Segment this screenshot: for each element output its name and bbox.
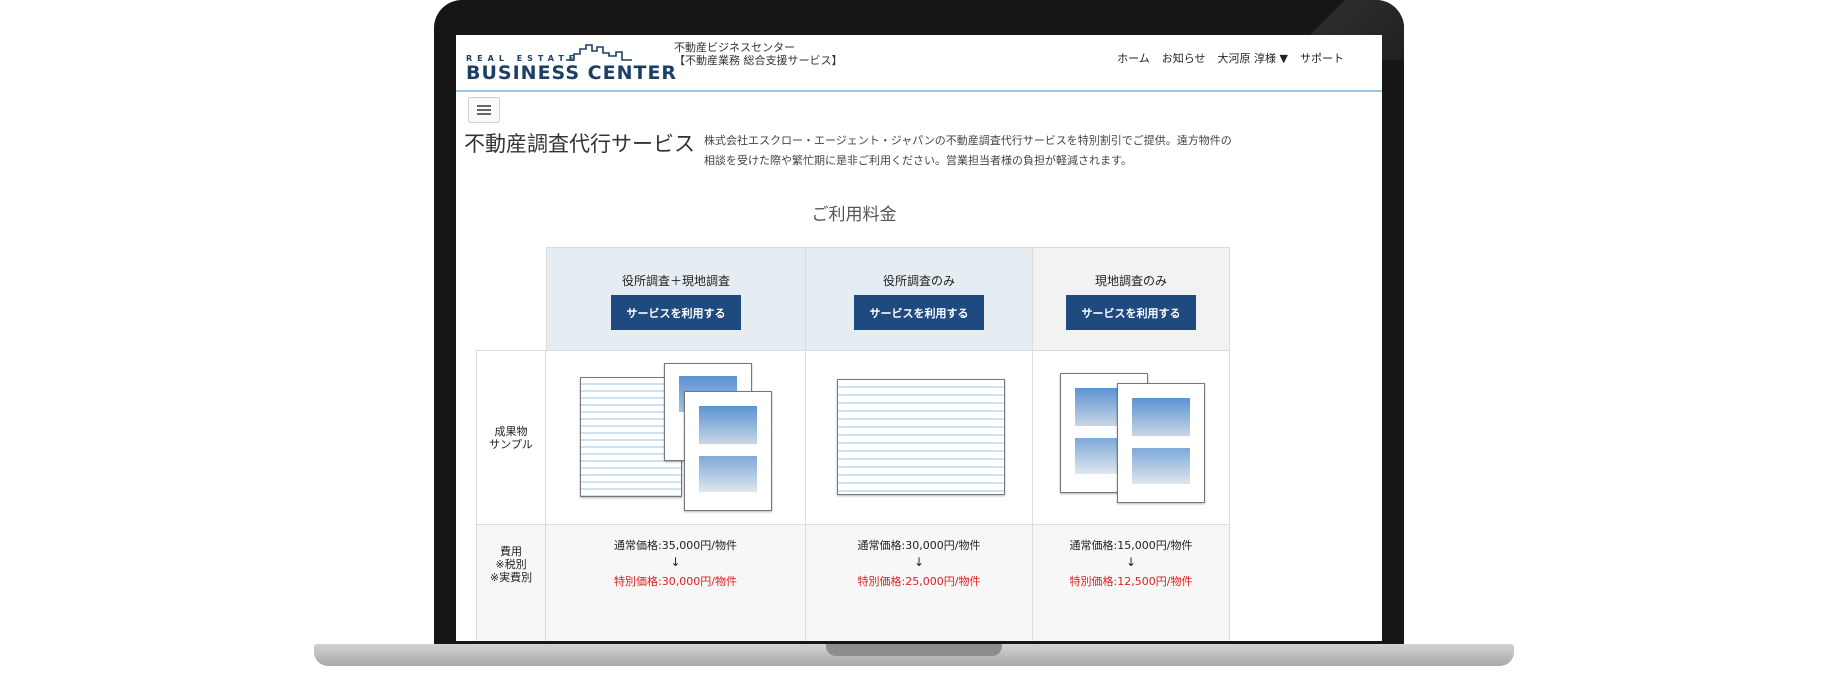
laptop-screen: REAL ESTATE BUSINESS CENTER 不動産ビジネスセンター … (456, 35, 1382, 641)
nav-news[interactable]: お知らせ (1162, 50, 1206, 66)
plan-header-2: 役所調査のみ サービスを利用する (805, 247, 1033, 351)
sample-photo-sheet (684, 391, 772, 511)
main-nav: ホーム お知らせ 大河原 淳様 ▼ サポート (1117, 50, 1344, 66)
sample-document (837, 379, 1005, 495)
hamburger-icon (477, 105, 491, 107)
down-arrow-icon: ↓ (1125, 555, 1137, 569)
sample-photo-sheet (1117, 383, 1205, 503)
special-price: 特別価格:25,000円/物件 (857, 575, 981, 588)
site-header: REAL ESTATE BUSINESS CENTER 不動産ビジネスセンター … (456, 35, 1382, 92)
section-title: ご利用料金 (811, 205, 897, 225)
plan-name: 役所調査のみ (882, 274, 955, 288)
sample-cell-1 (545, 350, 806, 525)
nav-home[interactable]: ホーム (1117, 50, 1150, 66)
logo-main-text[interactable]: BUSINESS CENTER (466, 62, 677, 84)
site-name-line2: 【不動産業務 総合支援サービス】 (674, 54, 843, 67)
building-photo (699, 406, 757, 444)
fee-cell-2: 通常価格:30,000円/物件 ↓ 特別価格:25,000円/物件 (805, 524, 1033, 641)
down-arrow-icon: ↓ (670, 555, 681, 569)
fee-cell-1: 通常価格:35,000円/物件 ↓ 特別価格:30,000円/物件 (545, 524, 806, 641)
hamburger-icon-line (477, 113, 491, 115)
hamburger-icon-line (477, 109, 491, 111)
intro-text: 株式会社エスクロー・エージェント・ジャパンの不動産調査代行サービスを特別割引でご… (704, 134, 1232, 167)
plan-header-1: 役所調査＋現地調査 サービスを利用する (546, 247, 806, 351)
site-name-line1: 不動産ビジネスセンター (674, 41, 795, 54)
plan-name: 役所調査＋現地調査 (621, 274, 730, 288)
regular-price: 通常価格:15,000円/物件 (1069, 539, 1193, 552)
plan-name: 現地調査のみ (1094, 274, 1167, 288)
fee-cell-3: 通常価格:15,000円/物件 ↓ 特別価格:12,500円/物件 (1032, 524, 1230, 641)
pricing-table: 役所調査＋現地調査 サービスを利用する 役所調査のみ サービスを利用する 現地調… (476, 247, 1234, 641)
site-name: 不動産ビジネスセンター 【不動産業務 総合支援サービス】 (674, 41, 843, 67)
sample-cell-2 (805, 350, 1033, 525)
menu-toggle-button[interactable] (468, 97, 500, 123)
nav-support[interactable]: サポート (1300, 50, 1344, 66)
special-price: 特別価格:30,000円/物件 (614, 575, 737, 588)
nav-user-menu[interactable]: 大河原 淳様 ▼ (1218, 50, 1288, 66)
regular-price: 通常価格:30,000円/物件 (857, 539, 981, 552)
use-service-button[interactable]: サービスを利用する (854, 295, 984, 330)
skyline-logo-icon (566, 44, 632, 61)
use-service-button[interactable]: サービスを利用する (611, 295, 741, 330)
sample-cell-3 (1032, 350, 1230, 525)
down-arrow-icon: ↓ (913, 555, 925, 569)
building-photo (1132, 398, 1190, 436)
row-label-fee: 費用 ※税別 ※実費別 (476, 524, 546, 641)
building-photo (1132, 448, 1190, 484)
laptop-notch (826, 644, 1002, 656)
page-title: 不動産調査代行サービス (464, 132, 695, 156)
use-service-button[interactable]: サービスを利用する (1066, 295, 1196, 330)
regular-price: 通常価格:35,000円/物件 (614, 539, 737, 552)
building-photo (699, 456, 757, 492)
plan-header-3: 現地調査のみ サービスを利用する (1032, 247, 1230, 351)
row-label-sample: 成果物 サンプル (476, 350, 546, 525)
special-price: 特別価格:12,500円/物件 (1069, 575, 1193, 588)
